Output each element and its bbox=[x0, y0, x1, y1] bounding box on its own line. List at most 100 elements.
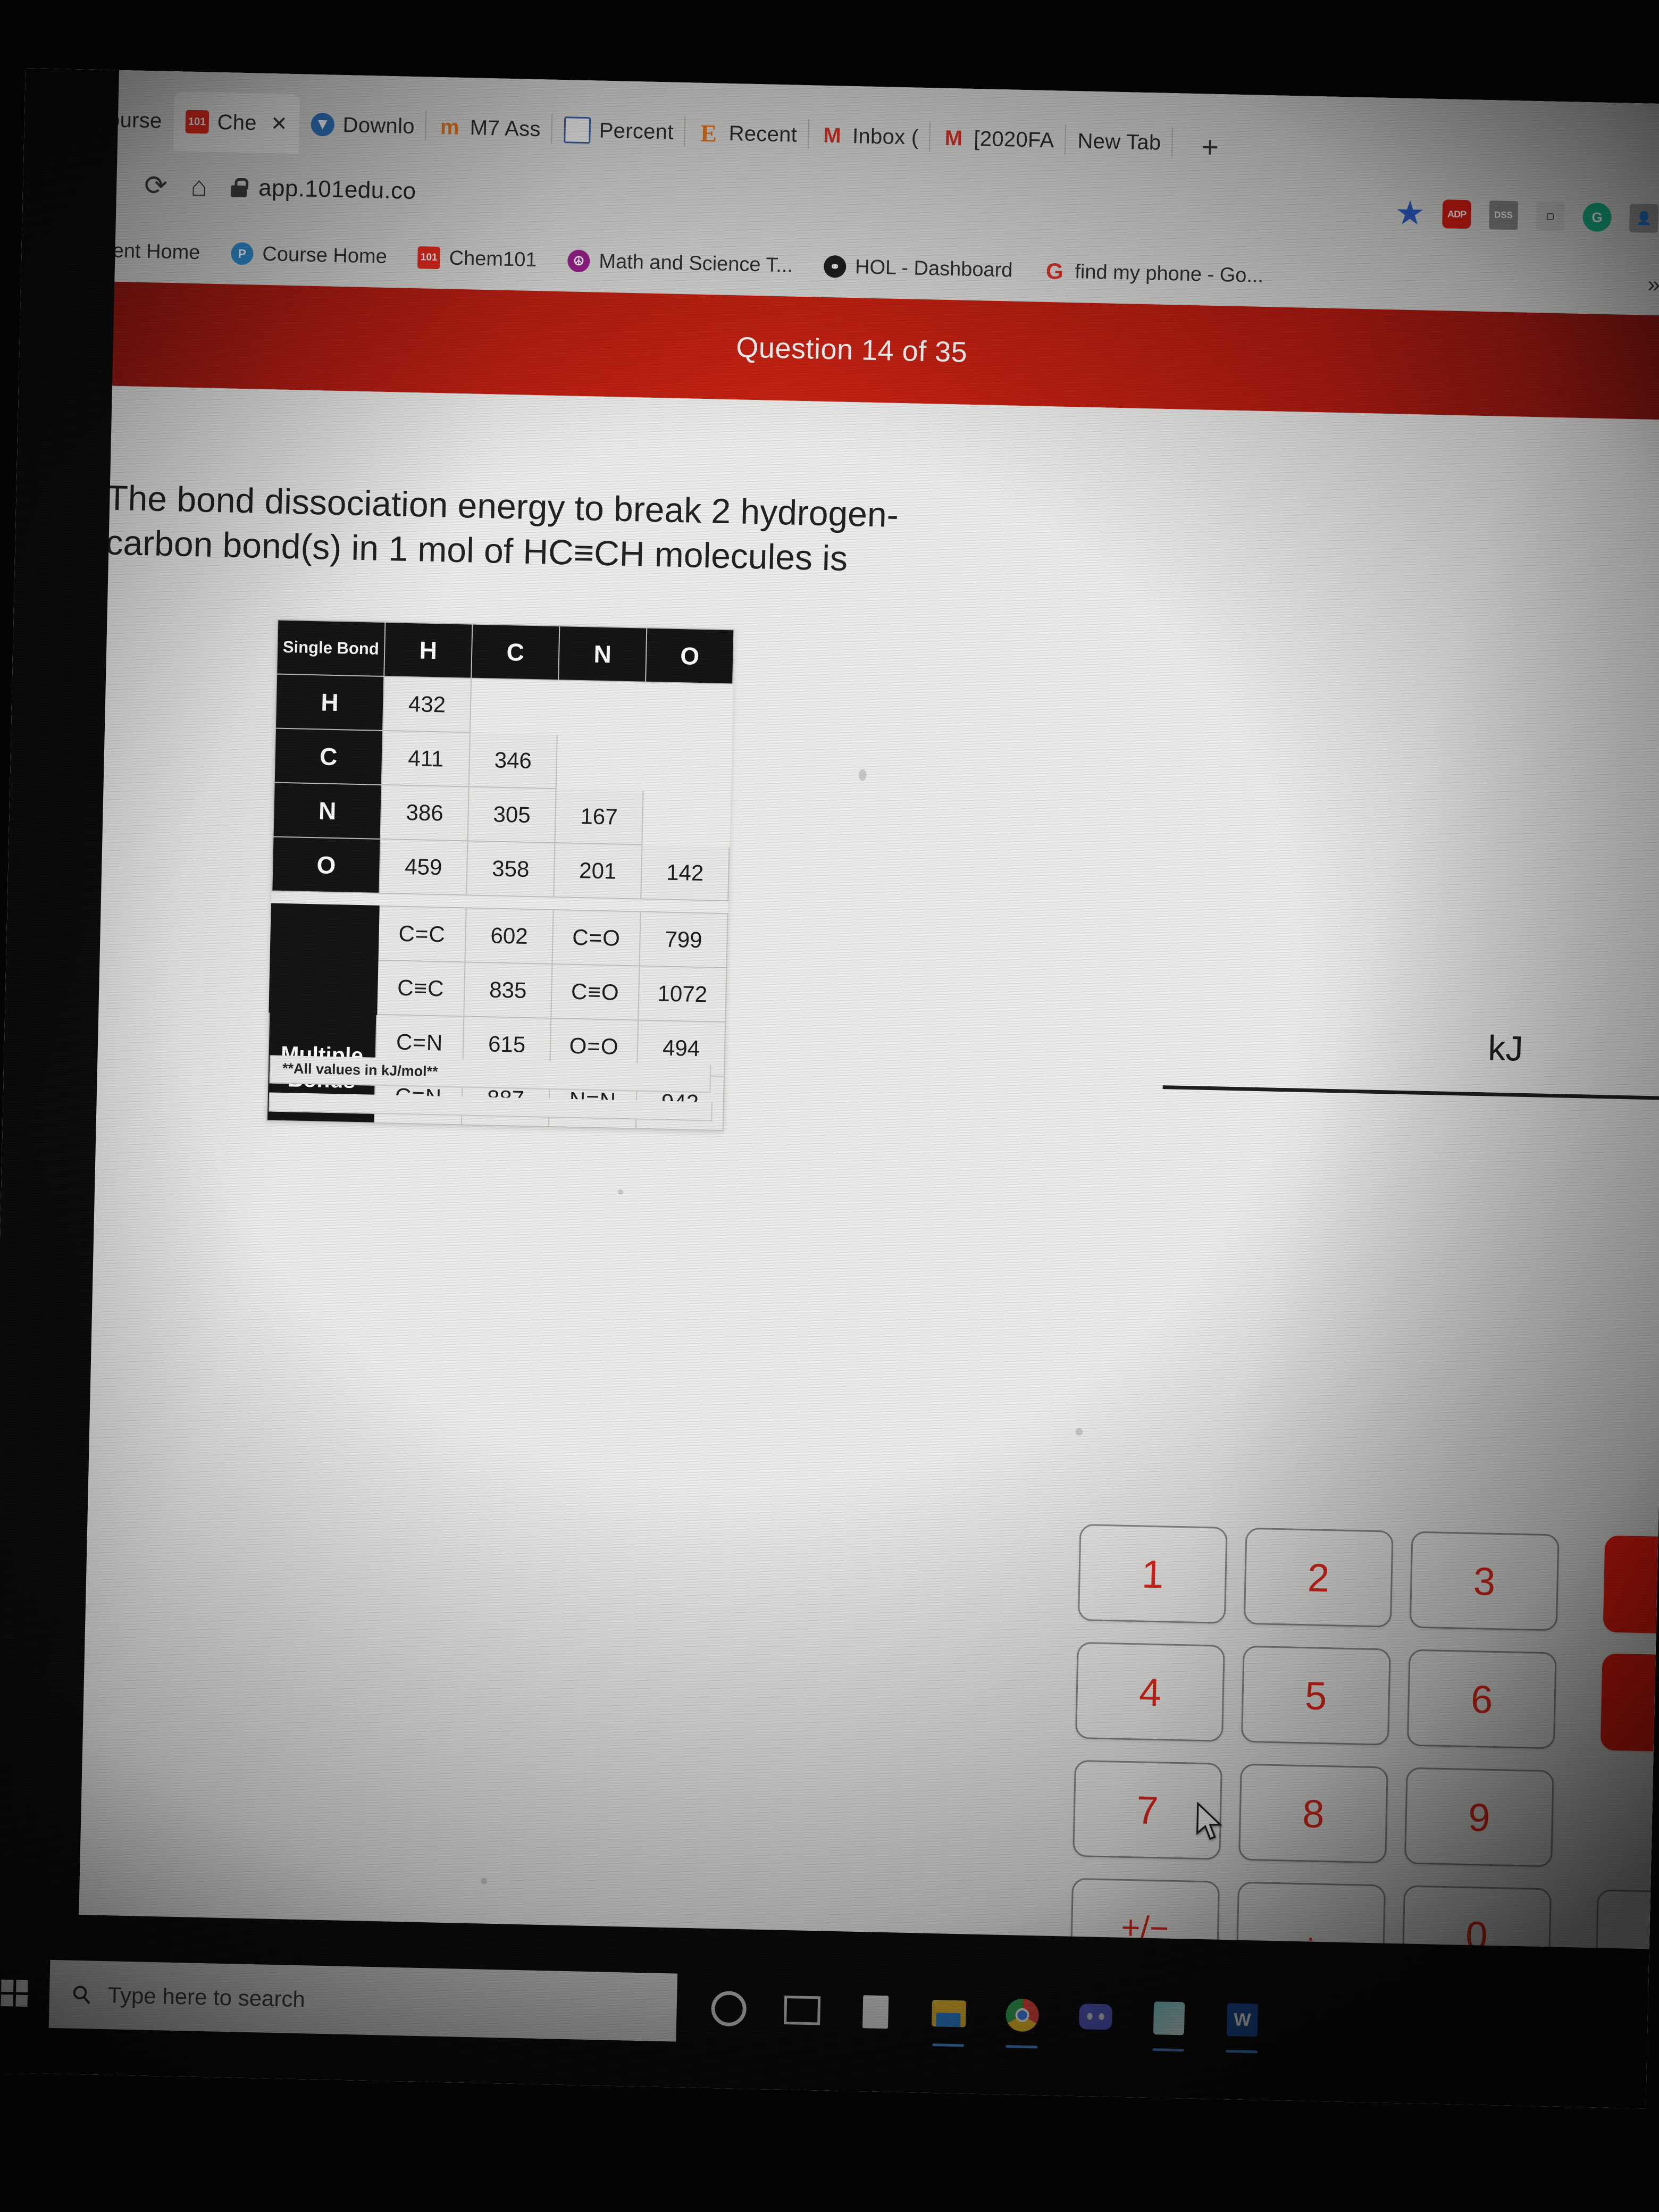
tab-label: Percent bbox=[599, 119, 674, 144]
table-row: C 411 346 bbox=[274, 728, 732, 793]
task-view-icon[interactable] bbox=[783, 1991, 822, 2030]
cell-c-c: 346 bbox=[468, 732, 557, 789]
bookmark-label: find my phone - Go... bbox=[1074, 260, 1264, 287]
bookmark-star-icon[interactable]: ★ bbox=[1395, 196, 1425, 230]
key-5[interactable]: 5 bbox=[1241, 1645, 1391, 1746]
dust-speck bbox=[1075, 1428, 1083, 1436]
tab-inbox[interactable]: M Inbox ( bbox=[808, 105, 931, 167]
key-1[interactable]: 1 bbox=[1077, 1523, 1228, 1624]
file-explorer-icon[interactable] bbox=[929, 1994, 969, 2047]
cortana-icon[interactable] bbox=[709, 1989, 749, 2029]
cell-empty bbox=[644, 682, 733, 739]
bookmark-chem101[interactable]: 101 Chem101 bbox=[417, 246, 537, 272]
dust-speck bbox=[480, 1878, 487, 1884]
question-body: The bond dissociation energy to break 2 … bbox=[0, 383, 1659, 1994]
key-4[interactable]: 4 bbox=[1075, 1641, 1225, 1742]
action-button-2[interactable] bbox=[1600, 1653, 1659, 1754]
profile-icon[interactable]: 👤 bbox=[1629, 203, 1659, 233]
chrome-icon[interactable] bbox=[1003, 1996, 1042, 2049]
column-header-n: N bbox=[558, 626, 647, 682]
google-icon: G bbox=[1045, 258, 1064, 284]
bond-label: C≡C bbox=[376, 960, 465, 1017]
tab-percent[interactable]: Percent bbox=[552, 100, 686, 162]
close-tab-icon[interactable]: ✕ bbox=[270, 112, 288, 136]
word-icon[interactable]: W bbox=[1223, 2000, 1262, 2054]
bookmark-math-and-science[interactable]: ☮ Math and Science T... bbox=[567, 249, 793, 277]
reload-button[interactable]: ⟳ bbox=[144, 170, 168, 202]
tab-label: M7 Ass bbox=[470, 115, 541, 141]
tab-recent[interactable]: E Recent bbox=[684, 103, 809, 165]
search-input[interactable]: ⚲ Type here to search bbox=[48, 1959, 678, 2042]
cell-n-n: 167 bbox=[555, 789, 643, 845]
bond-value: 1072 bbox=[638, 966, 727, 1023]
tab-label: Che bbox=[217, 110, 257, 135]
cell-o-n: 201 bbox=[554, 843, 642, 899]
cell-empty bbox=[642, 790, 731, 847]
answer-unit-label: kJ bbox=[1487, 1028, 1524, 1068]
tab-new-tab[interactable]: New Tab bbox=[1065, 111, 1174, 173]
tab-label: Recent bbox=[728, 121, 798, 147]
photographed-monitor: m Course 101 Che ✕ ▼ Downlo m M7 Ass bbox=[0, 0, 1659, 2212]
home-button[interactable]: ⌂ bbox=[190, 171, 208, 203]
keypad-row bbox=[1600, 1653, 1659, 1754]
key-9[interactable]: 9 bbox=[1404, 1767, 1554, 1867]
key-6[interactable]: 6 bbox=[1406, 1649, 1557, 1749]
bond-label: C=C bbox=[378, 906, 466, 962]
table-row: C=C 602 C=O 799 bbox=[269, 903, 728, 1015]
chrome-store-icon[interactable]: ▢ bbox=[1536, 202, 1565, 231]
bookmark-course-home[interactable]: P Course Home bbox=[230, 242, 388, 268]
teal-app-icon[interactable] bbox=[1150, 1999, 1189, 2052]
tab-2020fa[interactable]: M [2020FA bbox=[929, 108, 1067, 171]
pearson-icon: P bbox=[230, 242, 254, 265]
bond-energy-table: Single Bond H C N O H 432 C 411 346 N 38… bbox=[266, 619, 735, 1132]
bookmark-label: HOL - Dashboard bbox=[854, 255, 1013, 282]
tab-label: Downlo bbox=[342, 113, 415, 138]
gmail-icon: M bbox=[944, 126, 963, 150]
bookmark-hol-dashboard[interactable]: ⚭ HOL - Dashboard bbox=[823, 255, 1013, 282]
chem101-icon: 101 bbox=[185, 110, 210, 134]
action-button-1[interactable] bbox=[1603, 1535, 1659, 1636]
key-3[interactable]: 3 bbox=[1409, 1531, 1560, 1631]
table-header-row: Single Bond H C N O bbox=[276, 619, 734, 684]
new-tab-button[interactable]: + bbox=[1201, 129, 1219, 164]
dust-speck bbox=[618, 1189, 624, 1195]
table-row: H 432 bbox=[275, 674, 733, 739]
browser-chrome: m Course 101 Che ✕ ▼ Downlo m M7 Ass bbox=[21, 68, 1659, 316]
bookmarks-overflow-icon[interactable]: » bbox=[1647, 272, 1659, 298]
key-2[interactable]: 2 bbox=[1243, 1527, 1394, 1628]
windows-logo-icon bbox=[1, 1979, 28, 2007]
cell-c-h: 411 bbox=[381, 730, 470, 787]
key-8[interactable]: 8 bbox=[1238, 1763, 1388, 1864]
tab-m7-assignment[interactable]: m M7 Ass bbox=[426, 97, 553, 159]
page-title: Question 14 of 35 bbox=[735, 331, 968, 368]
tab-label: New Tab bbox=[1077, 129, 1161, 155]
document-icon[interactable] bbox=[856, 1992, 895, 2032]
answer-input[interactable] bbox=[1162, 1085, 1659, 1101]
dss-extension-icon[interactable]: DSS bbox=[1489, 200, 1519, 230]
bookmark-find-my-phone[interactable]: G find my phone - Go... bbox=[1043, 258, 1264, 287]
cell-n-c: 305 bbox=[467, 786, 556, 843]
discord-icon[interactable] bbox=[1076, 1997, 1116, 2037]
adblock-icon[interactable]: ADP bbox=[1442, 199, 1472, 229]
cell-empty bbox=[470, 678, 559, 735]
search-icon: ⚲ bbox=[66, 1978, 98, 2011]
extensions-area: ★ ADP DSS ▢ G 👤 bbox=[1395, 196, 1659, 233]
taskbar-icons: W bbox=[709, 1989, 1262, 2054]
column-header-o: O bbox=[646, 627, 734, 684]
table-corner-label: Single Bond bbox=[276, 619, 386, 676]
tab-download[interactable]: ▼ Downlo bbox=[298, 94, 427, 156]
grammarly-icon[interactable]: G bbox=[1582, 202, 1612, 232]
hol-icon: ⚭ bbox=[823, 255, 847, 278]
cell-o-c: 358 bbox=[466, 841, 555, 898]
start-button[interactable] bbox=[0, 1913, 47, 2073]
dust-speck bbox=[859, 769, 867, 781]
bookmark-label: Course Home bbox=[262, 242, 388, 268]
gmail-icon: M bbox=[823, 123, 842, 147]
tab-chem101[interactable]: 101 Che ✕ bbox=[173, 91, 300, 154]
bookmark-label: Chem101 bbox=[449, 246, 537, 271]
column-header-h: H bbox=[384, 622, 473, 678]
tab-label: [2020FA bbox=[973, 127, 1055, 152]
keypad-row bbox=[1598, 1771, 1659, 1871]
keypad-row: 4 5 6 bbox=[1075, 1641, 1557, 1749]
address-bar[interactable]: app.101edu.co bbox=[258, 175, 416, 205]
